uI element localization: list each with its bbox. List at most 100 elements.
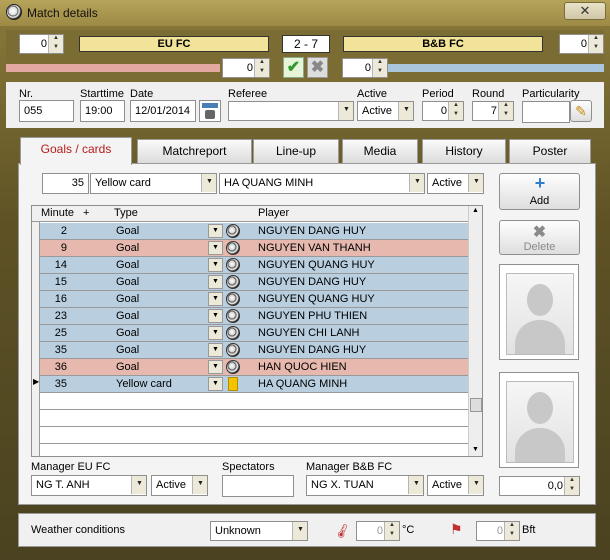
minute-field[interactable]: 35: [42, 173, 89, 194]
tab-poster[interactable]: Poster: [509, 139, 591, 163]
spectators-field[interactable]: [222, 475, 294, 497]
avatar-placeholder-icon: [506, 381, 574, 463]
table-row[interactable]: 15 Goal ▼ NGUYEN DANG HUY: [32, 274, 468, 291]
spin-arrows-icon[interactable]: [448, 102, 463, 120]
grid-header-player[interactable]: Player: [258, 207, 289, 219]
tab-goals-cards[interactable]: Goals / cards: [20, 137, 132, 165]
dropdown-arrow-icon[interactable]: [201, 174, 216, 192]
spin-arrows-icon[interactable]: [48, 35, 63, 53]
grid-header-minute[interactable]: Minute: [41, 207, 74, 219]
home-score-spin[interactable]: 0: [19, 34, 64, 54]
starttime-field[interactable]: 19:00: [80, 100, 125, 122]
table-row[interactable]: 9 Goal ▼ NGUYEN VAN THANH: [32, 240, 468, 257]
dropdown-arrow-icon[interactable]: [192, 476, 207, 494]
cancel-x-icon[interactable]: ✖: [307, 57, 328, 78]
yellow-card-icon: [228, 377, 238, 391]
add-button[interactable]: + Add: [499, 173, 580, 210]
wind-spin[interactable]: 0: [476, 521, 520, 541]
spin-arrows-icon[interactable]: [504, 522, 519, 540]
nr-field[interactable]: 055: [19, 100, 74, 122]
table-row[interactable]: 35 Yellow card ▼ HA QUANG MINH: [32, 376, 468, 393]
dropdown-arrow-icon[interactable]: [338, 102, 353, 120]
scroll-up-icon[interactable]: ▲: [472, 207, 479, 214]
dropdown-arrow-icon[interactable]: [131, 476, 146, 494]
dropdown-arrow-icon[interactable]: [468, 174, 483, 192]
events-grid[interactable]: Minute + Type Player 2 Goal ▼ NGUYEN DANG H…: [31, 205, 483, 457]
scroll-thumb[interactable]: [470, 398, 482, 412]
temperature-spin[interactable]: 0: [356, 521, 400, 541]
table-row[interactable]: 25 Goal ▼ NGUYEN CHI LANH: [32, 325, 468, 342]
dropdown-arrow-icon[interactable]: [468, 476, 483, 494]
scroll-down-icon[interactable]: ▼: [472, 446, 479, 453]
active-select[interactable]: Active: [357, 101, 414, 121]
home-period-spin[interactable]: 0: [222, 58, 270, 78]
combo-value: HA QUANG MINH: [224, 177, 314, 189]
period-spin[interactable]: 0: [422, 101, 464, 121]
player-select[interactable]: HA QUANG MINH: [219, 173, 425, 194]
empty-row: [32, 444, 468, 456]
minute-value: 35: [71, 177, 84, 189]
tab-lineup[interactable]: Line-up: [253, 139, 339, 163]
rating-spin[interactable]: 0,0: [499, 476, 580, 496]
soccer-ball-icon: [226, 258, 240, 272]
tab-history[interactable]: History: [422, 139, 506, 163]
table-row[interactable]: 36 Goal ▼ HAN QUOC HIEN: [32, 359, 468, 376]
row-type-dropdown-icon[interactable]: ▼: [208, 343, 223, 357]
row-type-dropdown-icon[interactable]: ▼: [208, 258, 223, 272]
row-type-dropdown-icon[interactable]: ▼: [208, 377, 223, 391]
result-box[interactable]: 2 - 7: [282, 35, 330, 53]
spin-arrows-icon[interactable]: [564, 477, 579, 495]
spin-arrows-icon[interactable]: [372, 59, 387, 77]
calendar-header: [202, 103, 218, 108]
away-period-spin[interactable]: 0: [342, 58, 388, 78]
window-title: Match details: [27, 6, 98, 20]
delete-button[interactable]: ✖ Delete: [499, 220, 580, 255]
particularity-field[interactable]: [522, 101, 570, 123]
table-row[interactable]: 23 Goal ▼ NGUYEN PHU THIEN: [32, 308, 468, 325]
soccer-ball-icon: [226, 343, 240, 357]
row-type-dropdown-icon[interactable]: ▼: [208, 241, 223, 255]
round-spin[interactable]: 7: [472, 101, 514, 121]
tab-matchreport[interactable]: Matchreport: [137, 139, 252, 163]
spin-arrows-icon[interactable]: [384, 522, 399, 540]
weather-select[interactable]: Unknown: [210, 521, 308, 541]
dropdown-arrow-icon[interactable]: [409, 174, 424, 192]
tab-media[interactable]: Media: [342, 139, 418, 163]
table-row[interactable]: 16 Goal ▼ NGUYEN QUANG HUY: [32, 291, 468, 308]
calendar-icon[interactable]: [199, 100, 221, 122]
row-type-dropdown-icon[interactable]: ▼: [208, 224, 223, 238]
table-row[interactable]: 35 Goal ▼ NGUYEN DANG HUY: [32, 342, 468, 359]
dropdown-arrow-icon[interactable]: [292, 522, 307, 540]
row-type-dropdown-icon[interactable]: ▼: [208, 309, 223, 323]
row-type-dropdown-icon[interactable]: ▼: [208, 360, 223, 374]
row-type: Goal: [116, 327, 140, 339]
row-type-dropdown-icon[interactable]: ▼: [208, 275, 223, 289]
dropdown-arrow-icon[interactable]: [398, 102, 413, 120]
confirm-check-icon[interactable]: ✔: [283, 57, 304, 78]
spin-arrows-icon[interactable]: [588, 35, 603, 53]
spin-arrows-icon[interactable]: [498, 102, 513, 120]
home-manager-select[interactable]: NG T. ANH: [31, 475, 147, 496]
grid-vertical-scrollbar[interactable]: ▲ ▼: [468, 206, 482, 456]
table-row[interactable]: 2 Goal ▼ NGUYEN DANG HUY: [32, 223, 468, 240]
edit-pencil-icon[interactable]: ✎: [570, 100, 592, 122]
grid-header-sort[interactable]: +: [83, 207, 89, 219]
spin-value: 0: [376, 525, 383, 537]
row-type-dropdown-icon[interactable]: ▼: [208, 326, 223, 340]
away-manager-status-select[interactable]: Active: [427, 475, 484, 496]
combo-value: NG X. TUAN: [311, 479, 374, 491]
date-field[interactable]: 12/01/2014: [130, 100, 196, 122]
type-select[interactable]: Yellow card: [90, 173, 217, 194]
dropdown-arrow-icon[interactable]: [408, 476, 423, 494]
away-score-spin[interactable]: 0: [559, 34, 604, 54]
table-row[interactable]: 14 Goal ▼ NGUYEN QUANG HUY: [32, 257, 468, 274]
entry-status-select[interactable]: Active: [427, 173, 484, 194]
row-type: Goal: [116, 225, 140, 237]
home-manager-status-select[interactable]: Active: [151, 475, 208, 496]
close-button[interactable]: ✕: [564, 2, 606, 20]
row-type-dropdown-icon[interactable]: ▼: [208, 292, 223, 306]
referee-select[interactable]: [228, 101, 354, 121]
away-manager-select[interactable]: NG X. TUAN: [306, 475, 424, 496]
grid-header-type[interactable]: Type: [114, 207, 138, 219]
spin-arrows-icon[interactable]: [254, 59, 269, 77]
